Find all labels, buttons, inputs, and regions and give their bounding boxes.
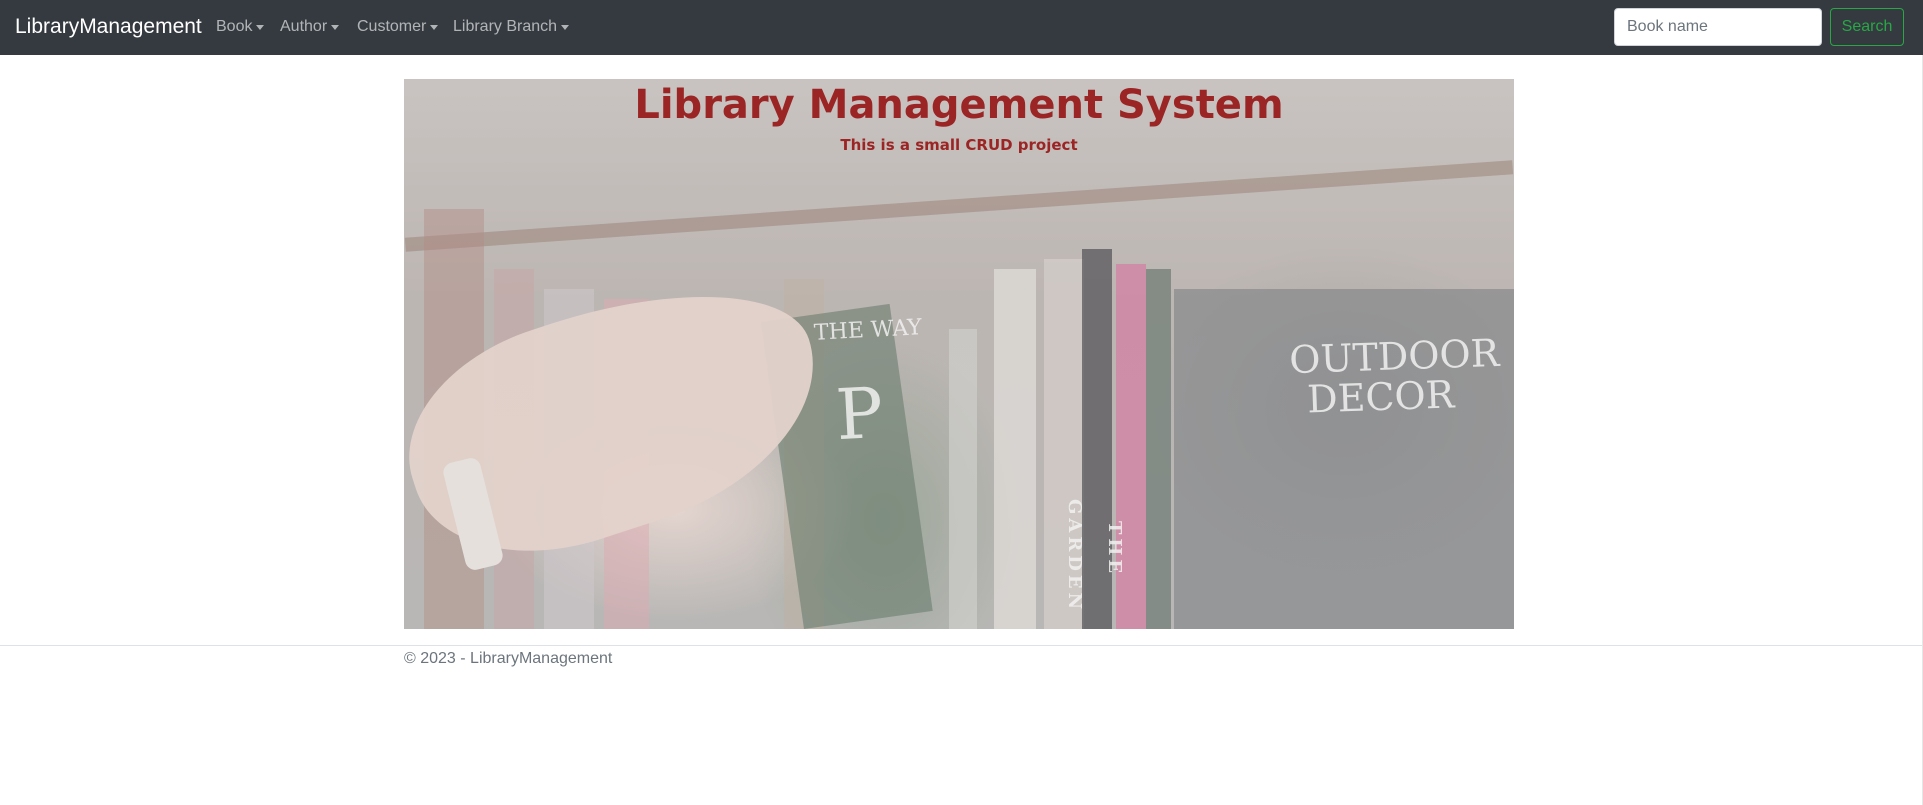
- nav-dropdown-author[interactable]: Author: [280, 17, 340, 37]
- nav-item-label: Author: [280, 18, 328, 35]
- caret-down-icon: [331, 24, 340, 30]
- top-navbar: LibraryManagement Book Author Customer L…: [0, 0, 1923, 55]
- caret-down-icon: [561, 24, 570, 30]
- caret-down-icon: [256, 24, 265, 30]
- nav-dropdown-book[interactable]: Book: [216, 17, 265, 37]
- nav-dropdown-library-branch[interactable]: Library Branch: [453, 17, 570, 37]
- image-overlay: [404, 79, 1514, 629]
- hero-banner: THE WAY P OUTDOOR DECOR THE GARDEN Libra…: [404, 79, 1514, 629]
- brand-link[interactable]: LibraryManagement: [15, 14, 202, 40]
- page-title: Library Management System: [634, 82, 1284, 128]
- caret-down-icon: [430, 24, 439, 30]
- page-subtitle: This is a small CRUD project: [840, 136, 1078, 154]
- book-search-input[interactable]: [1614, 8, 1822, 46]
- footer-divider: [0, 645, 1923, 646]
- nav-item-label: Library Branch: [453, 18, 558, 35]
- nav-dropdown-customer[interactable]: Customer: [357, 17, 439, 37]
- footer-copyright: © 2023 - LibraryManagement: [404, 650, 613, 667]
- search-button[interactable]: Search: [1830, 8, 1904, 46]
- nav-item-label: Book: [216, 18, 253, 35]
- nav-item-label: Customer: [357, 18, 427, 35]
